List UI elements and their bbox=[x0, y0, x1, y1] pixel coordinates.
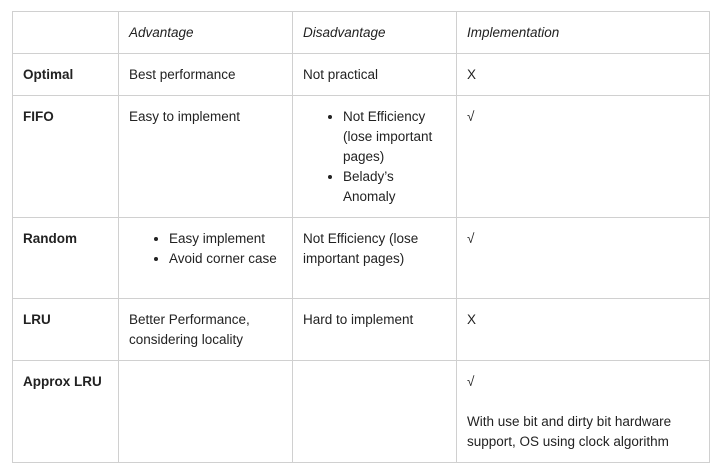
header-cell-advantage: Advantage bbox=[118, 11, 293, 54]
header-cell-implementation: Implementation bbox=[456, 11, 710, 54]
row-header-approx-lru: Approx LRU bbox=[12, 360, 119, 463]
table-row: Approx LRU √ With use bit and dirty bit … bbox=[12, 360, 710, 463]
implementation-cell: √ bbox=[456, 217, 710, 299]
row-header-fifo: FIFO bbox=[12, 95, 119, 218]
table-row: LRU Better Performance, considering loca… bbox=[12, 298, 710, 361]
disadvantage-cell: Not Efficiency (lose important pages) bbox=[292, 217, 457, 299]
disadvantage-cell: Not Efficiency (lose important pages) Be… bbox=[292, 95, 457, 218]
advantage-cell: Easy to implement bbox=[118, 95, 293, 218]
implementation-note: With use bit and dirty bit hardware supp… bbox=[467, 414, 672, 449]
table-row: Random Easy implement Avoid corner case … bbox=[12, 217, 710, 299]
header-cell-corner bbox=[12, 11, 119, 54]
list-item: Not Efficiency (lose important pages) bbox=[343, 107, 446, 167]
header-cell-disadvantage: Disadvantage bbox=[292, 11, 457, 54]
advantage-cell: Better Performance, considering locality bbox=[118, 298, 293, 361]
row-header-random: Random bbox=[12, 217, 119, 299]
table-row: FIFO Easy to implement Not Efficiency (l… bbox=[12, 95, 710, 218]
comparison-table: Advantage Disadvantage Implementation Op… bbox=[12, 11, 710, 463]
disadvantage-list: Not Efficiency (lose important pages) Be… bbox=[303, 107, 446, 207]
list-item: Easy implement bbox=[169, 229, 282, 249]
disadvantage-cell bbox=[292, 360, 457, 463]
implementation-cell: √ bbox=[456, 95, 710, 218]
table-row: Optimal Best performance Not practical X bbox=[12, 53, 710, 96]
header-row: Advantage Disadvantage Implementation bbox=[12, 11, 710, 54]
implementation-mark: √ bbox=[467, 374, 475, 389]
disadvantage-cell: Hard to implement bbox=[292, 298, 457, 361]
advantage-list: Easy implement Avoid corner case bbox=[129, 229, 282, 269]
advantage-cell bbox=[118, 360, 293, 463]
list-item: Avoid corner case bbox=[169, 249, 282, 269]
advantage-cell: Best performance bbox=[118, 53, 293, 96]
implementation-cell: X bbox=[456, 298, 710, 361]
disadvantage-cell: Not practical bbox=[292, 53, 457, 96]
list-item: Belady’s Anomaly bbox=[343, 167, 446, 207]
row-header-optimal: Optimal bbox=[12, 53, 119, 96]
advantage-cell: Easy implement Avoid corner case bbox=[118, 217, 293, 299]
implementation-cell: X bbox=[456, 53, 710, 96]
row-header-lru: LRU bbox=[12, 298, 119, 361]
implementation-cell: √ With use bit and dirty bit hardware su… bbox=[456, 360, 710, 463]
